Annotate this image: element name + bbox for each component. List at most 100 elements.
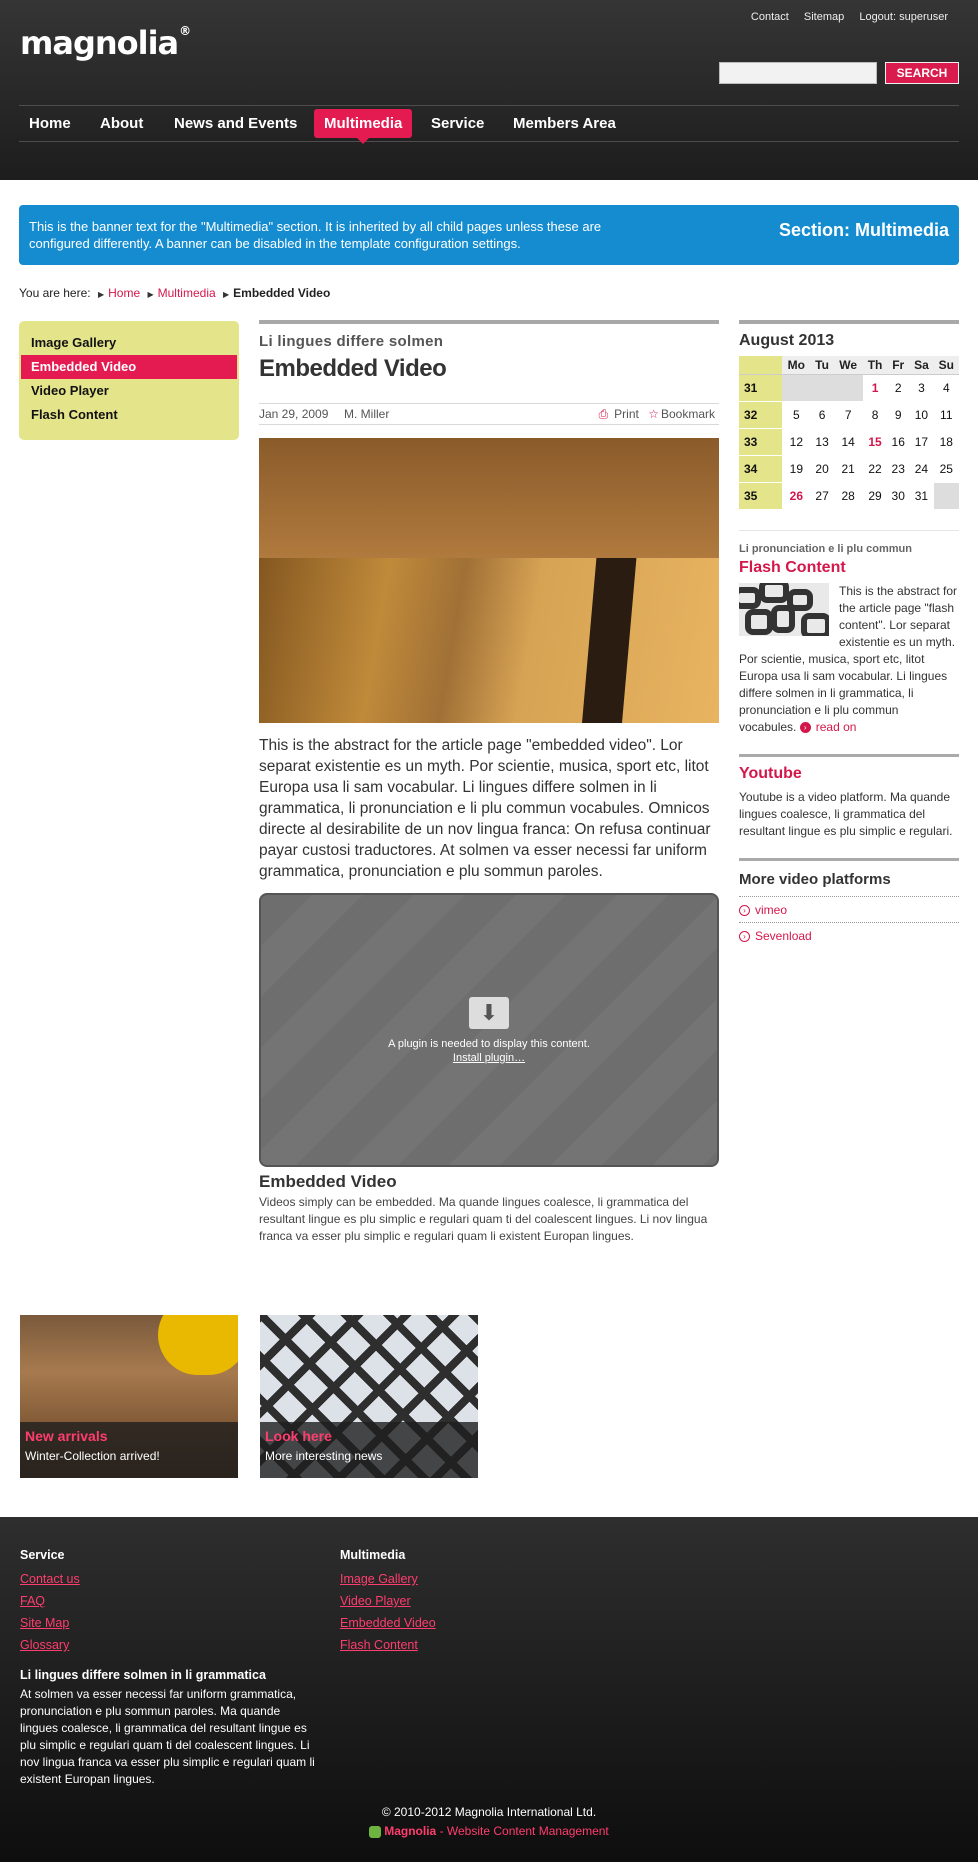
calendar-day: 12 xyxy=(782,428,811,456)
print-icon[interactable]: ⎙ xyxy=(599,407,609,421)
install-plugin-link[interactable]: Install plugin… xyxy=(261,1052,717,1064)
calendar-day: 17 xyxy=(909,428,934,456)
calendar-day: 14 xyxy=(833,428,863,456)
meta-link-logout[interactable]: Logout: superuser xyxy=(859,11,948,23)
plugin-download-icon: ⬇ xyxy=(469,997,509,1029)
footer-link-video-player[interactable]: Video Player xyxy=(340,1590,436,1612)
calendar-day-header: We xyxy=(833,356,863,375)
chevron-right-icon: ▶ xyxy=(147,290,154,299)
powered-brand[interactable]: Magnolia xyxy=(384,1824,436,1838)
calendar-week-header xyxy=(739,356,782,375)
calendar-day: 30 xyxy=(887,482,910,510)
calendar-week-row: 32 5 6 7 8 9 10 11 xyxy=(739,401,959,429)
breadcrumb-multimedia[interactable]: Multimedia xyxy=(158,286,216,300)
calendar-day[interactable]: 26 xyxy=(782,482,811,510)
calendar-day-header: Fr xyxy=(887,356,910,375)
footer-link-contact-us[interactable]: Contact us xyxy=(20,1568,80,1590)
article-kicker: Li lingues differe solmen xyxy=(259,333,444,350)
calendar-week-number: 31 xyxy=(739,374,782,402)
calendar-day: 19 xyxy=(782,455,811,483)
divider xyxy=(739,857,959,861)
breadcrumb-home[interactable]: Home xyxy=(108,286,140,300)
footer-text-block: Li lingues differe solmen in li grammati… xyxy=(20,1667,320,1788)
divider xyxy=(259,320,719,324)
calendar-day[interactable]: 15 xyxy=(862,428,888,456)
calendar-day xyxy=(782,374,811,402)
powered-by[interactable]: Magnolia - Website Content Management xyxy=(0,1824,978,1838)
promo-new-arrivals[interactable]: New arrivals Winter-Collection arrived! xyxy=(20,1315,238,1478)
calendar-day-header: Sa xyxy=(909,356,934,375)
logo[interactable]: magnolia® xyxy=(20,24,191,62)
calendar-week-number: 34 xyxy=(739,455,782,483)
article-date: Jan 29, 2009 xyxy=(259,407,329,421)
flash-teaser-title[interactable]: Flash Content xyxy=(739,559,959,577)
subnav-video-player[interactable]: Video Player xyxy=(19,379,239,403)
more-video-platforms-title: More video platforms xyxy=(739,871,959,897)
main-content: Li lingues differe solmen Embedded Video… xyxy=(259,320,719,1245)
subnav-flash-content[interactable]: Flash Content xyxy=(19,403,239,427)
search-button[interactable]: SEARCH xyxy=(885,62,959,84)
calendar-day: 24 xyxy=(909,455,934,483)
calendar-day: 3 xyxy=(909,374,934,402)
nav-members-area[interactable]: Members Area xyxy=(503,109,626,138)
footer-link-image-gallery[interactable]: Image Gallery xyxy=(340,1568,436,1590)
calendar-day xyxy=(933,482,959,510)
calendar-title: August 2013 xyxy=(739,332,835,349)
arrow-right-icon: › xyxy=(739,930,750,942)
meta-link-sitemap[interactable]: Sitemap xyxy=(804,11,844,23)
video-title: Embedded Video xyxy=(259,1172,397,1191)
nav-news-and-events[interactable]: News and Events xyxy=(164,109,307,138)
calendar-day: 6 xyxy=(810,401,834,429)
youtube-title[interactable]: Youtube xyxy=(739,765,959,783)
calendar-day xyxy=(810,374,834,402)
calendar-week-number: 32 xyxy=(739,401,782,429)
calendar-day: 31 xyxy=(909,482,934,510)
promo-title: New arrivals xyxy=(25,1428,108,1444)
article-author: M. Miller xyxy=(344,407,390,421)
promo-look-here[interactable]: Look here More interesting news xyxy=(260,1315,478,1478)
bookmark-link[interactable]: Bookmark xyxy=(661,407,715,421)
search-input[interactable] xyxy=(719,62,877,84)
promo-title: Look here xyxy=(265,1428,332,1444)
calendar-week-row: 33 12 13 14 15 16 17 18 xyxy=(739,428,959,456)
promo-image xyxy=(158,1315,238,1375)
page-title: Embedded Video xyxy=(259,355,447,382)
flash-teaser-image[interactable] xyxy=(739,582,829,636)
chevron-right-icon: ▶ xyxy=(97,290,105,299)
footer-link-embedded-video[interactable]: Embedded Video xyxy=(340,1612,436,1634)
footer-link-faq[interactable]: FAQ xyxy=(20,1590,80,1612)
footer: Service Contact us FAQ Site Map Glossary… xyxy=(0,1517,978,1862)
breadcrumb-current: Embedded Video xyxy=(233,286,331,300)
footer-text-title: Li lingues differe solmen in li grammati… xyxy=(20,1668,266,1682)
calendar: Mo Tu We Th Fr Sa Su 31 1 2 3 4 32 5 6 7 8 9 10 11 33 12 13 14… xyxy=(739,356,959,510)
link-sevenload[interactable]: › Sevenload xyxy=(739,923,959,949)
nav-about[interactable]: About xyxy=(90,109,153,138)
subnav-embedded-video[interactable]: Embedded Video xyxy=(21,355,237,379)
print-link[interactable]: Print xyxy=(614,407,639,421)
calendar-day: 25 xyxy=(933,455,959,483)
footer-link-glossary[interactable]: Glossary xyxy=(20,1634,80,1656)
article-meta: Jan 29, 2009 M. Miller ⎙ Print ☆ Bookmark xyxy=(259,403,719,425)
embedded-video-player[interactable]: ⬇ A plugin is needed to display this con… xyxy=(259,893,719,1167)
calendar-day: 7 xyxy=(833,401,863,429)
calendar-day-header: Th xyxy=(862,356,888,375)
divider xyxy=(739,753,959,757)
nav-service[interactable]: Service xyxy=(421,109,494,138)
meta-nav: Contact Sitemap Logout: superuser xyxy=(739,11,948,23)
subnav-image-gallery[interactable]: Image Gallery xyxy=(19,331,239,355)
nav-multimedia[interactable]: Multimedia xyxy=(314,109,413,144)
calendar-day-header: Tu xyxy=(810,356,834,375)
calendar-day[interactable]: 1 xyxy=(862,374,888,402)
read-on-link[interactable]: › read on xyxy=(799,720,856,734)
calendar-day: 10 xyxy=(909,401,934,429)
link-vimeo[interactable]: › vimeo xyxy=(739,897,959,923)
promo-subtitle: More interesting news xyxy=(265,1449,383,1463)
section-banner: This is the banner text for the "Multime… xyxy=(19,205,959,265)
footer-link-flash-content[interactable]: Flash Content xyxy=(340,1634,436,1656)
nav-home[interactable]: Home xyxy=(19,109,81,138)
footer-text: At solmen va esser necessi far uniform g… xyxy=(20,1687,315,1786)
meta-link-contact[interactable]: Contact xyxy=(751,11,789,23)
magnolia-leaf-icon xyxy=(369,1825,382,1838)
star-icon[interactable]: ☆ xyxy=(648,407,659,421)
footer-link-site-map[interactable]: Site Map xyxy=(20,1612,80,1634)
